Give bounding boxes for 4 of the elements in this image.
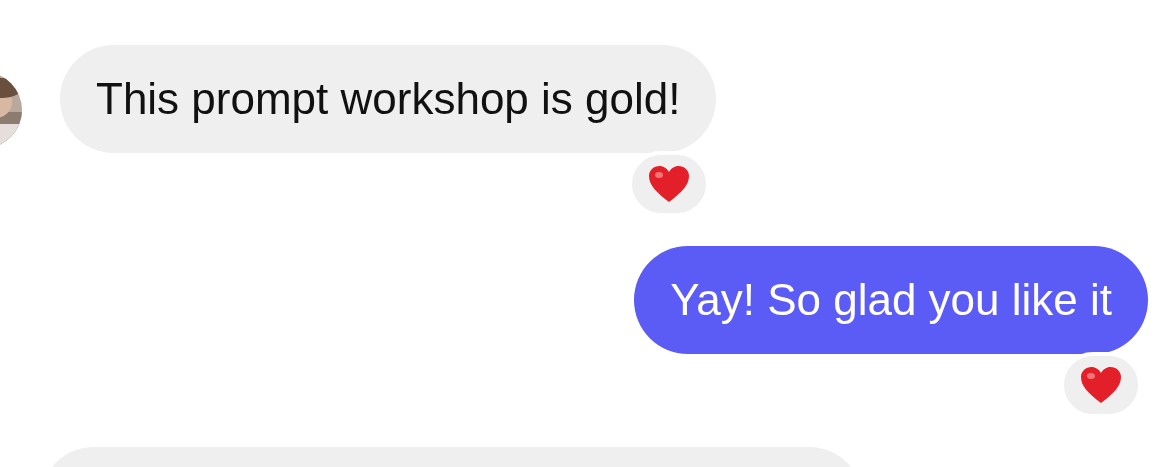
message-bubble: This prompt workshop is gold! [60, 45, 717, 153]
heart-icon [1080, 366, 1122, 404]
message-bubble: Yay! So glad you like it [634, 246, 1148, 354]
heart-icon [648, 165, 691, 203]
